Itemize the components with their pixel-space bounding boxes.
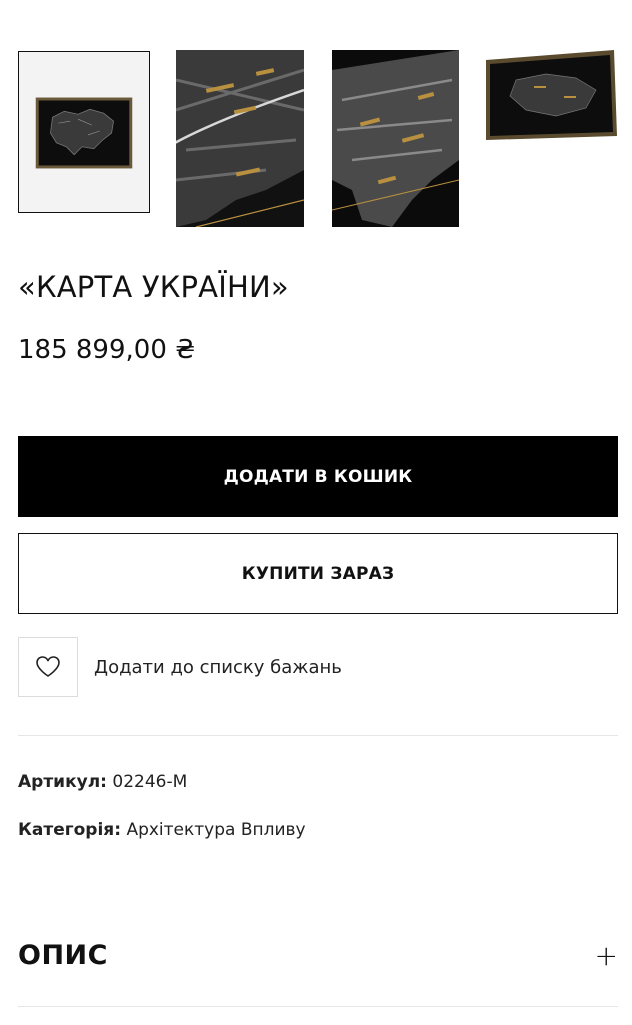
sku-label: Артикул: bbox=[18, 772, 107, 792]
heart-icon bbox=[36, 656, 60, 677]
thumbnail-3[interactable] bbox=[332, 50, 459, 227]
divider bbox=[18, 1006, 618, 1007]
add-to-cart-button[interactable]: ДОДАТИ В КОШИК bbox=[18, 436, 618, 517]
divider bbox=[18, 735, 618, 736]
wishlist-link[interactable]: Додати до списку бажань bbox=[18, 637, 342, 697]
product-price: 185 899,00 ₴ bbox=[18, 335, 196, 365]
map-closeup-icon bbox=[176, 50, 304, 227]
product-title: «КАРТА УКРАЇНИ» bbox=[18, 270, 289, 304]
wishlist-label: Додати до списку бажань bbox=[94, 656, 342, 678]
map-angled-frame-icon bbox=[486, 50, 617, 140]
thumbnail-4[interactable] bbox=[486, 50, 617, 140]
buy-now-button[interactable]: КУПИТИ ЗАРАЗ bbox=[18, 533, 618, 614]
plus-icon[interactable]: + bbox=[595, 941, 618, 970]
wishlist-button[interactable] bbox=[18, 637, 78, 697]
sku-row: Артикул: 02246-M bbox=[18, 772, 187, 792]
category-row: Категорія: Архітектура Впливу bbox=[18, 820, 306, 840]
thumbnail-2[interactable] bbox=[176, 50, 304, 227]
thumbnail-1[interactable] bbox=[18, 51, 150, 213]
map-relief-icon bbox=[332, 50, 459, 227]
description-title: ОПИС bbox=[18, 940, 108, 971]
sku-value: 02246-M bbox=[112, 772, 188, 792]
product-gallery bbox=[18, 50, 618, 228]
category-link[interactable]: Архітектура Впливу bbox=[126, 820, 305, 840]
description-toggle[interactable]: ОПИС + bbox=[18, 940, 618, 971]
framed-map-icon bbox=[19, 52, 149, 212]
category-label: Категорія: bbox=[18, 820, 122, 840]
